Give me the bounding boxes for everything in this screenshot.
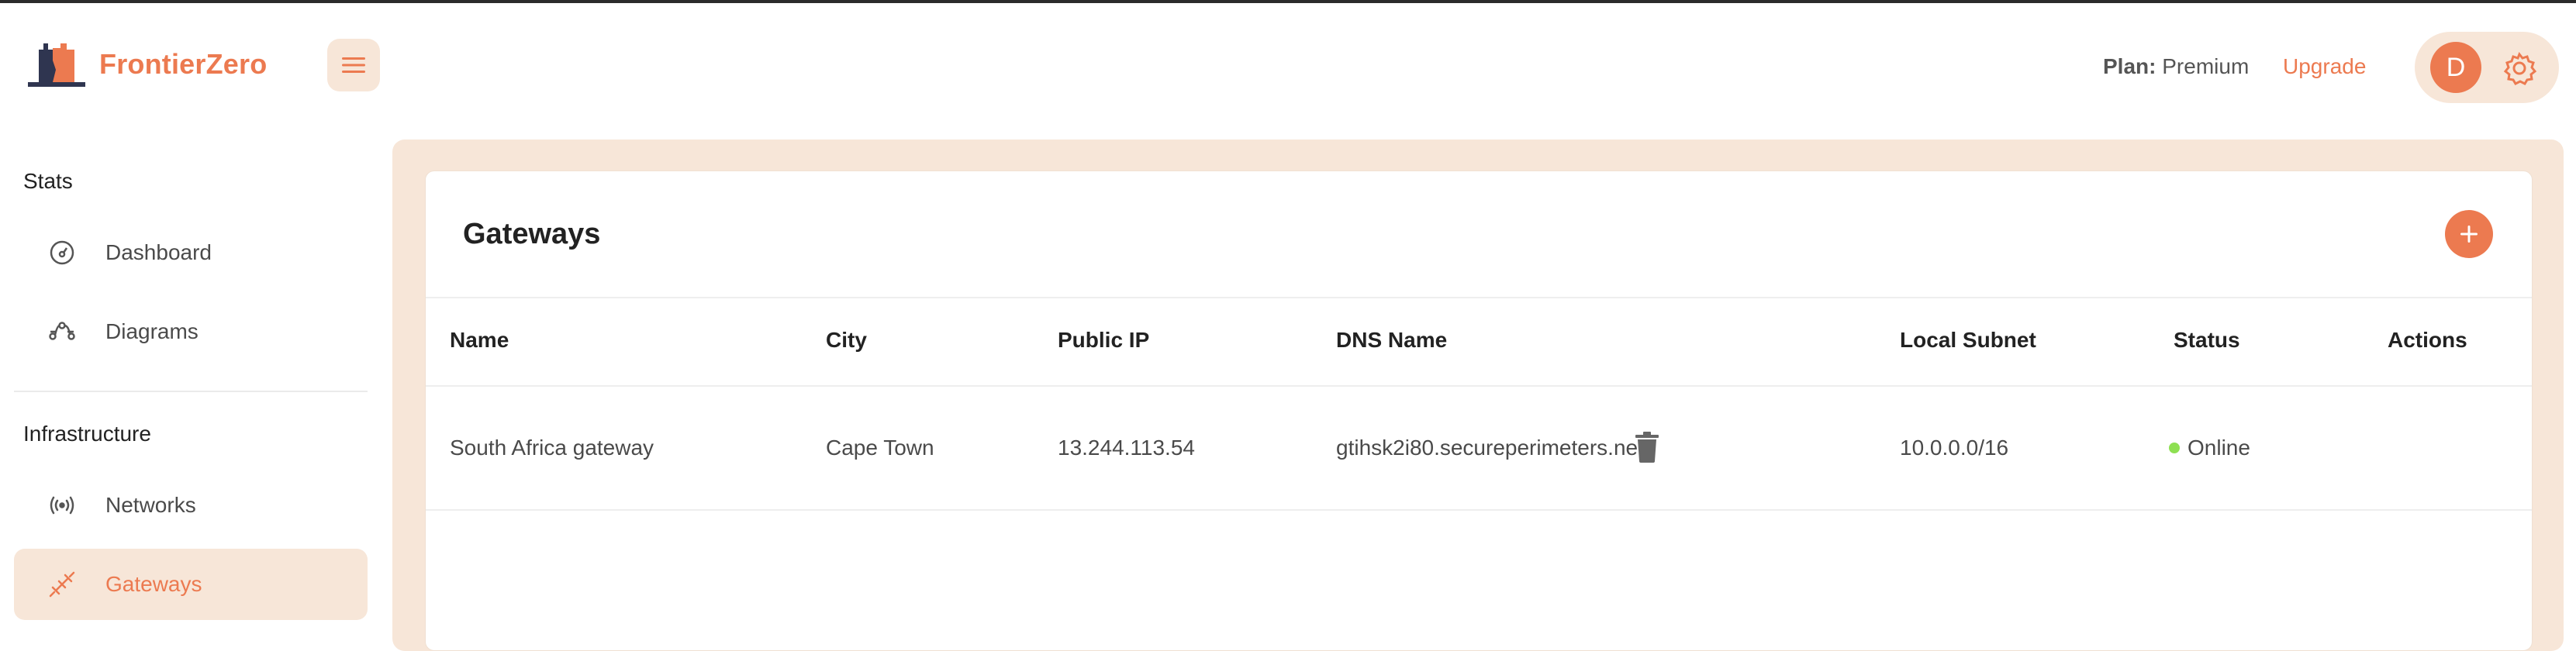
column-header-status[interactable]: Status: [2174, 328, 2240, 353]
cell-status: Online: [2169, 436, 2250, 460]
status-online-dot: [2169, 442, 2180, 453]
sidebar-item-label: Gateways: [105, 572, 202, 596]
column-header-dns-name[interactable]: DNS Name: [1336, 328, 1447, 353]
cell-local-subnet: 10.0.0.0/16: [1900, 436, 2009, 460]
sidebar-item-dashboard[interactable]: Dashboard: [14, 217, 368, 288]
table-header-divider: [426, 385, 2532, 387]
cell-name: South Africa gateway: [450, 436, 654, 460]
column-header-name[interactable]: Name: [450, 328, 509, 353]
sidebar-section-stats: Stats: [23, 169, 73, 193]
trash-icon[interactable]: [1634, 432, 1660, 463]
gear-icon[interactable]: [2502, 50, 2537, 86]
sidebar-item-gateways[interactable]: Gateways: [14, 549, 368, 620]
sidebar-item-label: Diagrams: [105, 319, 199, 343]
sidebar: Stats Dashboard Diagrams Infrastructure: [0, 127, 380, 632]
plus-icon: [2460, 226, 2478, 243]
column-header-actions: Actions: [2388, 328, 2467, 352]
menu-toggle-button[interactable]: [327, 39, 380, 91]
sidebar-divider: [14, 391, 368, 392]
sidebar-item-label: Networks: [105, 493, 196, 517]
sidebar-item-label: Dashboard: [105, 240, 212, 264]
column-header-public-ip[interactable]: Public IP: [1058, 328, 1149, 353]
hamburger-icon: [342, 57, 365, 73]
sidebar-item-diagrams[interactable]: Diagrams: [14, 296, 368, 367]
column-header-local-subnet[interactable]: Local Subnet: [1900, 328, 2036, 353]
user-menu: D: [2415, 32, 2559, 103]
cell-city: Cape Town: [826, 436, 934, 460]
diagram-icon: [49, 322, 75, 340]
column-header-city[interactable]: City: [826, 328, 867, 353]
status-text: Online: [2188, 436, 2250, 460]
sidebar-section-infrastructure: Infrastructure: [23, 422, 151, 446]
plan-value: Premium: [2162, 54, 2250, 78]
gateway-icon: [49, 571, 75, 598]
plan-label: Plan:: [2103, 54, 2156, 78]
cell-dns-name: gtihsk2i80.secureperimeters.net: [1336, 436, 1644, 460]
brand-name: FrontierZero: [99, 48, 268, 80]
page-title: Gateways: [463, 218, 601, 250]
broadcast-icon: [50, 496, 74, 515]
gateways-card: Gateways Name City Public IP DNS Name Lo…: [425, 170, 2533, 651]
header-divider: [426, 297, 2532, 298]
castle-logo-icon: [28, 43, 85, 87]
cell-public-ip: 13.244.113.54: [1058, 436, 1195, 460]
plan-indicator: Plan: Premium: [2103, 54, 2249, 79]
sidebar-item-networks[interactable]: Networks: [14, 470, 368, 541]
avatar[interactable]: D: [2430, 42, 2481, 93]
upgrade-link[interactable]: Upgrade: [2283, 54, 2366, 79]
table-row-divider: [426, 509, 2532, 511]
gauge-icon: [50, 240, 74, 265]
brand-logo[interactable]: FrontierZero: [25, 39, 267, 90]
add-gateway-button[interactable]: [2445, 210, 2493, 258]
top-header: FrontierZero Plan: Premium Upgrade D: [0, 3, 2576, 127]
